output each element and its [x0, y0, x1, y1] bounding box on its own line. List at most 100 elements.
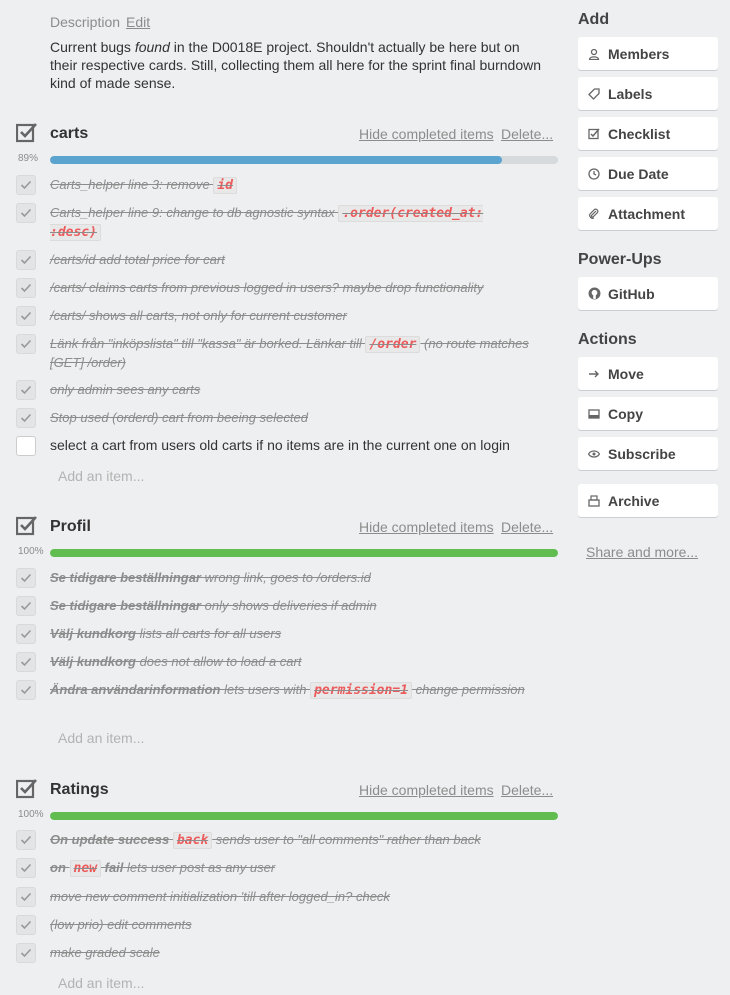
item-text: only admin sees any carts	[50, 382, 201, 397]
card-icon	[588, 407, 600, 419]
checked-checkbox[interactable]	[16, 278, 36, 298]
inline-code: back	[172, 832, 213, 849]
clock-icon	[588, 167, 600, 180]
hide-completed-link[interactable]: Hide completed items	[359, 782, 494, 798]
progress-bar-fill	[50, 156, 503, 164]
checked-checkbox[interactable]	[16, 250, 36, 270]
checklist-item-text[interactable]: Carts_helper line 9: change to db agnost…	[50, 204, 530, 242]
item-text: Carts_helper line 3: remove	[50, 177, 214, 192]
share-and-more-link[interactable]: Share and more...	[586, 544, 698, 560]
delete-checklist-link[interactable]: Delete...	[501, 782, 553, 798]
checked-checkbox[interactable]	[16, 680, 36, 700]
checklist-item-text[interactable]: Välj kundkorg lists all carts for all us…	[50, 625, 530, 643]
description-heading: Description	[50, 14, 121, 30]
labels-button[interactable]: Labels	[578, 77, 718, 110]
checklist-item-text[interactable]: On update success back sends user to "al…	[50, 831, 530, 850]
checklist-item-text[interactable]: make graded scale	[50, 944, 530, 962]
inline-code: new	[69, 860, 101, 877]
item-text: /carts/ shows all carts, not only for cu…	[50, 308, 347, 323]
button-label: Labels	[608, 86, 653, 102]
item-text: /carts/ claims carts from previous logge…	[50, 280, 484, 295]
progress-bar	[50, 812, 558, 820]
checklist-item-text[interactable]: /carts/id add total price for cart	[50, 251, 530, 269]
tag-icon	[588, 87, 600, 100]
checked-checkbox[interactable]	[16, 943, 36, 963]
checklist-item-text[interactable]: /carts/ claims carts from previous logge…	[50, 279, 530, 297]
button-label: Checklist	[608, 126, 671, 142]
checklist-icon	[15, 778, 37, 799]
checked-checkbox[interactable]	[16, 624, 36, 644]
checklist-item-text[interactable]: move new comment initialization 'till af…	[50, 888, 530, 906]
checklist-item-text[interactable]: select a cart from users old carts if no…	[50, 436, 530, 454]
powerups-section-title: Power-Ups	[578, 251, 662, 268]
checklist-title: Profil	[50, 518, 91, 535]
eye-icon	[587, 447, 601, 459]
hide-completed-link[interactable]: Hide completed items	[359, 519, 494, 535]
checked-checkbox[interactable]	[16, 408, 36, 428]
checked-checkbox[interactable]	[16, 175, 36, 195]
checklist-icon	[15, 122, 37, 143]
due-date-button[interactable]: Due Date	[578, 157, 718, 190]
add-item-input[interactable]: Add an item...	[58, 468, 144, 484]
delete-checklist-link[interactable]: Delete...	[501, 519, 553, 535]
description-header: Description Edit	[50, 14, 150, 30]
card-sidebar: Add Members Labels Checklist Due Date Attach…	[570, 0, 730, 995]
description-text-part: Current bugs	[50, 39, 135, 55]
paperclip-icon	[588, 207, 600, 219]
members-button[interactable]: Members	[578, 37, 718, 70]
checklist-item-text[interactable]: Länk från "inköpslista" till "kassa" är …	[50, 335, 530, 372]
checked-checkbox[interactable]	[16, 306, 36, 326]
subscribe-button[interactable]: Subscribe	[578, 437, 718, 470]
edit-description-link[interactable]: Edit	[126, 14, 150, 30]
checked-checkbox[interactable]	[16, 380, 36, 400]
checked-checkbox[interactable]	[16, 596, 36, 616]
archive-button[interactable]: Archive	[578, 484, 718, 517]
item-bold-text: Se tidigare beställningar	[50, 570, 201, 585]
checked-checkbox[interactable]	[16, 858, 36, 878]
checklist-item-text[interactable]: on new fail lets user post as any user	[50, 859, 530, 878]
checklist-item-text[interactable]: Ändra användarinformation lets users wit…	[50, 681, 530, 700]
item-bold-text: fail	[101, 860, 124, 875]
item-text: Carts_helper line 9: change to db agnost…	[50, 205, 339, 220]
checked-checkbox[interactable]	[16, 830, 36, 850]
item-text: does not allow to load a cart	[135, 654, 302, 669]
hide-completed-link[interactable]: Hide completed items	[359, 126, 494, 142]
progress-bar	[50, 156, 558, 164]
github-button[interactable]: GitHub	[578, 277, 718, 310]
checklist-item-text[interactable]: only admin sees any carts	[50, 381, 530, 399]
item-bold-text: Ändra användarinformation	[50, 682, 221, 697]
checklist-item-text[interactable]: (low prio) edit comments	[50, 916, 530, 934]
checked-checkbox[interactable]	[16, 887, 36, 907]
checklist-item-text[interactable]: Se tidigare beställningar wrong link, go…	[50, 569, 530, 587]
attachment-button[interactable]: Attachment	[578, 197, 718, 230]
checklist-button[interactable]: Checklist	[578, 117, 718, 150]
unchecked-checkbox[interactable]	[16, 436, 36, 456]
github-icon	[588, 287, 601, 300]
checked-checkbox[interactable]	[16, 334, 36, 354]
checklist-item-text[interactable]: Välj kundkorg does not allow to load a c…	[50, 653, 530, 671]
delete-checklist-link[interactable]: Delete...	[501, 126, 553, 142]
checklist-item-text[interactable]: Se tidigare beställningar only shows del…	[50, 597, 530, 615]
checked-checkbox[interactable]	[16, 652, 36, 672]
item-text: lists all carts for all users	[135, 626, 282, 641]
item-bold-text: Välj kundkorg	[50, 654, 136, 669]
checked-checkbox[interactable]	[16, 915, 36, 935]
item-text	[66, 860, 70, 875]
checklist-item-text[interactable]: /carts/ shows all carts, not only for cu…	[50, 307, 530, 325]
checklist-title: Ratings	[50, 781, 109, 798]
copy-button[interactable]: Copy	[578, 397, 718, 430]
item-text: lets users with	[220, 682, 311, 697]
item-text: (low prio) edit comments	[50, 917, 192, 932]
checked-checkbox[interactable]	[16, 203, 36, 223]
item-text: Länk från "inköpslista" till "kassa" är …	[50, 336, 366, 351]
move-button[interactable]: Move	[578, 357, 718, 390]
checklist-item-text[interactable]: Stop used (orderd) cart from beeing sele…	[50, 409, 530, 427]
add-item-input[interactable]: Add an item...	[58, 975, 144, 991]
checklist-item-text[interactable]: Carts_helper line 3: remove id	[50, 176, 530, 195]
checked-checkbox[interactable]	[16, 568, 36, 588]
description-text: Current bugs found in the D0018E project…	[50, 38, 550, 92]
description-text-emphasis: found	[134, 39, 170, 55]
add-item-input[interactable]: Add an item...	[58, 730, 144, 746]
button-label: Archive	[608, 493, 660, 509]
actions-section-title: Actions	[578, 331, 637, 348]
